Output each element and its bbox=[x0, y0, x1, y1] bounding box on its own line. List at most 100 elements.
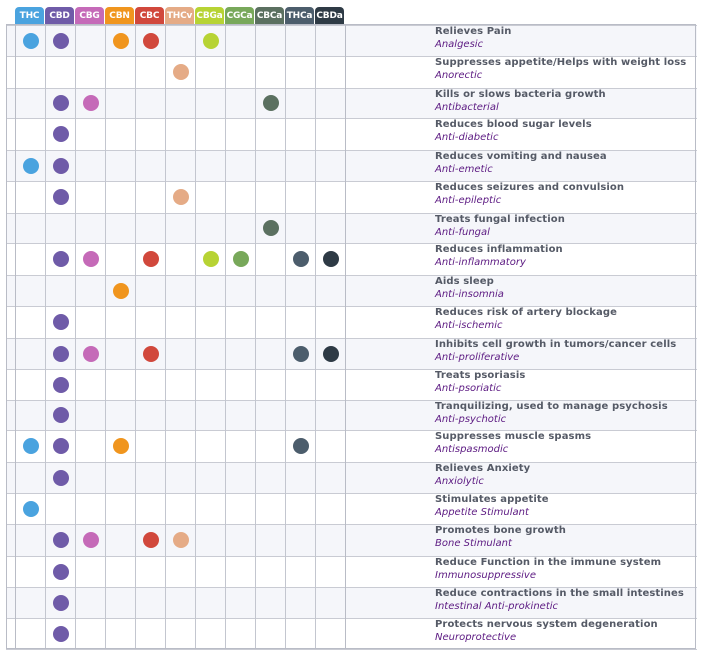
medical-term: Anti-ischemic bbox=[435, 320, 503, 331]
column-header-thc[interactable]: THC bbox=[15, 7, 44, 24]
medical-term: Anxiolytic bbox=[435, 476, 484, 487]
dot-cbg bbox=[83, 95, 99, 111]
dot-cbd bbox=[53, 189, 69, 205]
row-divider bbox=[6, 369, 697, 370]
dot-thc bbox=[23, 438, 39, 454]
column-header-cgca[interactable]: CGCa bbox=[225, 7, 254, 24]
dot-thc bbox=[23, 33, 39, 49]
dot-cbd bbox=[53, 95, 69, 111]
column-divider bbox=[45, 25, 46, 649]
column-divider bbox=[15, 25, 16, 649]
table-row bbox=[6, 430, 697, 462]
dot-cbga bbox=[203, 33, 219, 49]
medical-term: Anti-fungal bbox=[435, 227, 490, 238]
medical-term: Neuroprotective bbox=[435, 632, 517, 643]
column-divider bbox=[315, 25, 316, 649]
column-divider bbox=[195, 25, 196, 649]
column-divider bbox=[75, 25, 76, 649]
dot-cbn bbox=[113, 33, 129, 49]
effect-description: Stimulates appetite bbox=[435, 494, 549, 505]
column-header-cbn[interactable]: CBN bbox=[105, 7, 134, 24]
dot-cbd bbox=[53, 346, 69, 362]
medical-term: Anti-epileptic bbox=[435, 195, 502, 206]
column-header-cbda[interactable]: CBDa bbox=[315, 7, 344, 24]
medical-term: Antibacterial bbox=[435, 102, 499, 113]
medical-term: Immunosuppressive bbox=[435, 570, 537, 581]
effect-description: Inhibits cell growth in tumors/cancer ce… bbox=[435, 339, 677, 350]
medical-term: Antispasmodic bbox=[435, 444, 509, 455]
dot-cbd bbox=[53, 407, 69, 423]
table-row bbox=[6, 524, 697, 556]
column-divider bbox=[345, 25, 346, 649]
column-header-cbga[interactable]: CBGa bbox=[195, 7, 224, 24]
row-divider bbox=[6, 493, 697, 494]
effect-description: Promotes bone growth bbox=[435, 525, 566, 536]
dot-thc bbox=[23, 158, 39, 174]
medical-term: Anorectic bbox=[435, 70, 483, 81]
medical-term: Bone Stimulant bbox=[435, 538, 512, 549]
column-header-cbd[interactable]: CBD bbox=[45, 7, 74, 24]
medical-term: Anti-diabetic bbox=[435, 132, 499, 143]
table-row bbox=[6, 25, 697, 56]
column-header-cbg[interactable]: CBG bbox=[75, 7, 104, 24]
effect-description: Reduce Function in the immune system bbox=[435, 557, 662, 568]
row-divider bbox=[6, 243, 697, 244]
column-divider bbox=[285, 25, 286, 649]
medical-term: Appetite Stimulant bbox=[435, 507, 529, 518]
medical-term: Anti-inflammatory bbox=[435, 257, 526, 268]
dot-thca bbox=[293, 346, 309, 362]
column-header-thcv[interactable]: THCv bbox=[165, 7, 194, 24]
dot-cbd bbox=[53, 126, 69, 142]
effect-description: Relieves Pain bbox=[435, 26, 512, 37]
dot-thcv bbox=[173, 189, 189, 205]
dot-thcv bbox=[173, 64, 189, 80]
medical-term: Analgesic bbox=[435, 39, 484, 50]
table-row bbox=[6, 462, 697, 493]
dot-cbca bbox=[263, 95, 279, 111]
row-divider bbox=[6, 118, 697, 119]
dot-thca bbox=[293, 251, 309, 267]
dot-thca bbox=[293, 438, 309, 454]
dot-cbd bbox=[53, 33, 69, 49]
dot-cbd bbox=[53, 564, 69, 580]
medical-term: Anti-insomnia bbox=[435, 289, 504, 300]
row-divider bbox=[6, 524, 697, 525]
dot-cbd bbox=[53, 626, 69, 642]
row-divider bbox=[6, 213, 697, 214]
dot-cbd bbox=[53, 251, 69, 267]
dot-cbc bbox=[143, 532, 159, 548]
table-row bbox=[6, 493, 697, 524]
column-divider bbox=[105, 25, 106, 649]
dot-cbg bbox=[83, 251, 99, 267]
effect-description: Protects nervous system degeneration bbox=[435, 619, 658, 630]
column-divider bbox=[165, 25, 166, 649]
row-divider bbox=[6, 430, 697, 431]
dot-cbd bbox=[53, 314, 69, 330]
effect-description: Reduces risk of artery blockage bbox=[435, 307, 618, 318]
column-divider bbox=[135, 25, 136, 649]
table-row bbox=[6, 275, 697, 306]
effect-description: Relieves Anxiety bbox=[435, 463, 531, 474]
cannabinoid-benefits-table: THC CBD CBG CBN CBC THCv CBGa CGCa CBCa THCa CBDa R… bbox=[0, 0, 703, 654]
row-divider bbox=[6, 275, 697, 276]
effect-description: Suppresses appetite/Helps with weight lo… bbox=[435, 57, 687, 68]
effect-description: Reduces vomiting and nausea bbox=[435, 151, 607, 162]
column-divider bbox=[255, 25, 256, 649]
column-header-cbca[interactable]: CBCa bbox=[255, 7, 284, 24]
dot-cbc bbox=[143, 251, 159, 267]
dot-cbc bbox=[143, 346, 159, 362]
dot-cbc bbox=[143, 33, 159, 49]
column-header-cbc[interactable]: CBC bbox=[135, 7, 164, 24]
effect-description: Treats psoriasis bbox=[435, 370, 526, 381]
dot-cbda bbox=[323, 346, 339, 362]
dot-cbd bbox=[53, 595, 69, 611]
row-divider bbox=[6, 462, 697, 463]
dot-thc bbox=[23, 501, 39, 517]
dot-cbd bbox=[53, 158, 69, 174]
effect-description: Reduces inflammation bbox=[435, 244, 563, 255]
dot-cbd bbox=[53, 377, 69, 393]
effect-description: Kills or slows bacteria growth bbox=[435, 89, 606, 100]
column-divider bbox=[225, 25, 226, 649]
column-header-thca[interactable]: THCa bbox=[285, 7, 314, 24]
table-row bbox=[6, 118, 697, 150]
